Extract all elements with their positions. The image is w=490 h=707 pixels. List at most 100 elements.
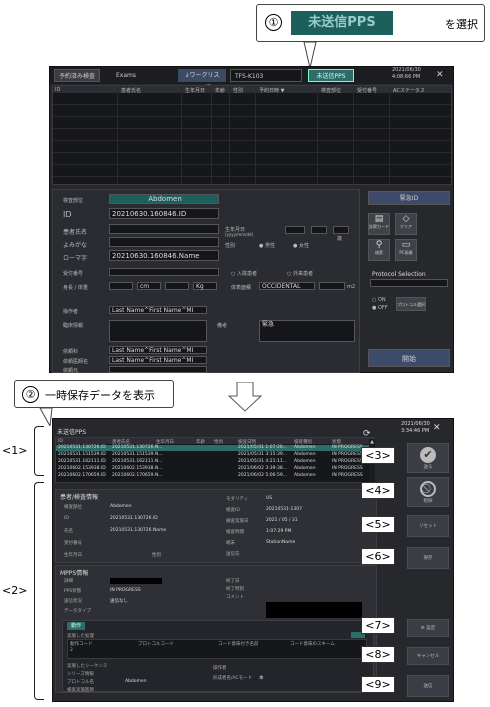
table-row[interactable]: 20210531.151539.ID 20210531.151539.N... 20… [56, 452, 374, 458]
send-check-button[interactable]: ✔ 送る [407, 443, 449, 473]
off-label: OFF [377, 305, 388, 311]
card-button[interactable]: ▤ 診察カード [368, 213, 390, 235]
accession-field[interactable] [109, 268, 219, 276]
patient-section-title: 患者/検査情報 [60, 494, 99, 501]
search-button[interactable]: ⚲ 検索 [368, 239, 390, 261]
send-button[interactable]: 送信 [407, 675, 449, 697]
height-unit-select[interactable]: cm [137, 282, 161, 290]
col-age[interactable]: 年齢 [196, 439, 205, 445]
table-cell: 2021/06/02 5:06:59... [238, 473, 288, 478]
save-button[interactable]: 保存 [407, 547, 449, 569]
tab-reserved-exams[interactable]: 予約済み検査 [54, 69, 101, 82]
cancel-button[interactable]: キャンセル [407, 647, 449, 665]
tab-action[interactable]: 動作 [67, 622, 85, 630]
kana-field[interactable] [109, 237, 219, 247]
patient-exam-section: 患者/検査情報 検査部位 Abdomen ID 20210531.130726.ID 氏… [55, 489, 377, 563]
reservation-grid[interactable]: ID 患者氏名 生年月日 年齢 性別 予約日時 ▼ 検査部位 受付番号 ACステ… [52, 85, 452, 185]
unsent-pps-button[interactable]: 未送信PPS [308, 69, 354, 82]
table-row[interactable]: 20210602.170659.ID 20210602.170659.N... 20… [56, 473, 374, 479]
birth-year[interactable] [285, 226, 305, 234]
weight-unit-select[interactable]: Kg [193, 282, 217, 290]
action-col-scheme: コード意味のスキーム [290, 642, 335, 647]
sex-label: 性別 [152, 553, 161, 558]
reset-button[interactable]: リセット [407, 515, 449, 537]
delete-button[interactable]: ⃠ 削除 [407, 477, 449, 507]
operator-field[interactable]: Last Name^First Name^MI [109, 306, 207, 314]
grid-col-sex[interactable]: 性別 [233, 87, 243, 94]
field-label: 送信状況 [64, 599, 82, 604]
male-radio[interactable]: ● 男性 [259, 242, 275, 249]
table-cell: Abdomen [294, 445, 316, 450]
grid-col-id[interactable]: ID [55, 87, 60, 93]
close-icon[interactable]: ✕ [432, 69, 448, 82]
bsa-method-select[interactable]: OCCIDENTAL [259, 282, 315, 290]
clear-button[interactable]: ◇ クリア [395, 213, 417, 235]
worklist-fetch-button[interactable]: ↓ワークリスト取得 [178, 69, 226, 92]
col-id[interactable]: ID [58, 439, 63, 444]
protocol-field[interactable] [370, 279, 448, 287]
emergency-id-button[interactable]: 緊急ID [368, 191, 450, 205]
settings-button[interactable]: ⚙ 設定 [407, 619, 449, 637]
table-cell: 20210531.130726.N... [112, 445, 163, 450]
exam-part-select[interactable]: Abdomen [109, 194, 219, 204]
table-cell: IN PROGRESS [332, 473, 363, 478]
female-radio[interactable]: ● 女性 [293, 242, 309, 249]
grid-col-name[interactable]: 患者氏名 [121, 87, 141, 94]
start-button[interactable]: 開始 [368, 349, 450, 367]
col-status[interactable]: 状態 [332, 439, 341, 445]
pc-image-button[interactable]: ▭ PC画像 [395, 239, 417, 261]
field-label: 受付番号 [64, 541, 82, 546]
gear-icon: ⚙ [420, 626, 425, 631]
table-row[interactable]: 20210602.153938.ID 20210602.153938.N... 20… [56, 466, 374, 472]
ref2-field[interactable] [109, 366, 207, 373]
settings-label: 設定 [426, 626, 436, 631]
grid-col-accession[interactable]: 受付番号 [357, 87, 377, 94]
id-field[interactable]: 20210630.160846.ID [109, 208, 219, 219]
col-sex[interactable]: 性別 [214, 439, 223, 445]
outpatient-radio[interactable]: ○ 外来患者 [287, 270, 313, 277]
tag-4: <4> [361, 482, 395, 499]
proto-off-radio[interactable]: ● OFF [372, 305, 388, 311]
scroll-up-icon[interactable]: ▲ [369, 439, 375, 445]
table-row[interactable]: 20210531.130726.ID 20210531.130726.N... 20… [56, 445, 374, 451]
tab-exams[interactable]: Exams [112, 69, 140, 82]
grid-col-age[interactable]: 年齢 [215, 87, 225, 94]
action-col-protocol: プロトコルコード [138, 642, 174, 647]
col-exam-type[interactable]: 検査種別 [294, 439, 312, 445]
name-field[interactable] [109, 224, 219, 234]
card-label: 診察カード [369, 224, 389, 229]
inpatient-radio[interactable]: ○ 入院患者 [231, 270, 257, 277]
action-table[interactable]: 動作コード プロトコルコード コード意味付き名前 コード意味のスキーム 2 [67, 639, 367, 659]
table-row[interactable]: 20210531.162111.ID 20210531.162111.N... 20… [56, 459, 374, 465]
table-cell: IN PROGRESS [332, 466, 363, 471]
roma-field[interactable]: 20210630.160846.Name [109, 250, 219, 261]
grid-col-status[interactable]: ACステータス [393, 87, 425, 94]
grid-col-birth[interactable]: 生年月日 [185, 87, 205, 94]
bsa-field[interactable] [319, 282, 345, 290]
tag-2: <2> [2, 584, 28, 597]
req-doctor-field[interactable]: Last Name^First Name^MI [109, 346, 207, 354]
action-row[interactable]: 2 [70, 648, 73, 653]
grid-col-part[interactable]: 検査部位 [321, 87, 341, 94]
device-select[interactable]: TFS-K103 [230, 69, 302, 82]
close-icon[interactable]: ✕ [433, 423, 441, 433]
col-name[interactable]: 患者氏名 [112, 439, 130, 445]
weight-field[interactable] [165, 282, 189, 290]
proto-on-radio[interactable]: ○ ON [372, 297, 386, 303]
down-arrow-icon [227, 382, 263, 412]
prohibit-icon: ⃠ [420, 481, 436, 497]
protocol-select-button[interactable]: プロトコル選択 [396, 297, 426, 311]
bracket-1 [34, 426, 44, 476]
ref-field[interactable]: Last Name^First Name^MI [109, 356, 207, 364]
col-birth[interactable]: 生年月日 [156, 439, 174, 445]
table-cell: IN PROGRESS [332, 452, 363, 457]
grid-col-date[interactable]: 予約日時 ▼ [259, 87, 284, 94]
table-cell: Abdomen [294, 459, 316, 464]
clinical-field[interactable] [109, 320, 207, 342]
remark-field[interactable]: 緊急 [259, 320, 355, 342]
birth-day[interactable] [333, 226, 349, 234]
birth-month[interactable] [311, 226, 327, 234]
col-exam-date[interactable]: 検査日時 [238, 439, 256, 445]
height-field[interactable] [109, 282, 133, 290]
birth-sub: (yyyy/mm/dd) [225, 232, 254, 237]
